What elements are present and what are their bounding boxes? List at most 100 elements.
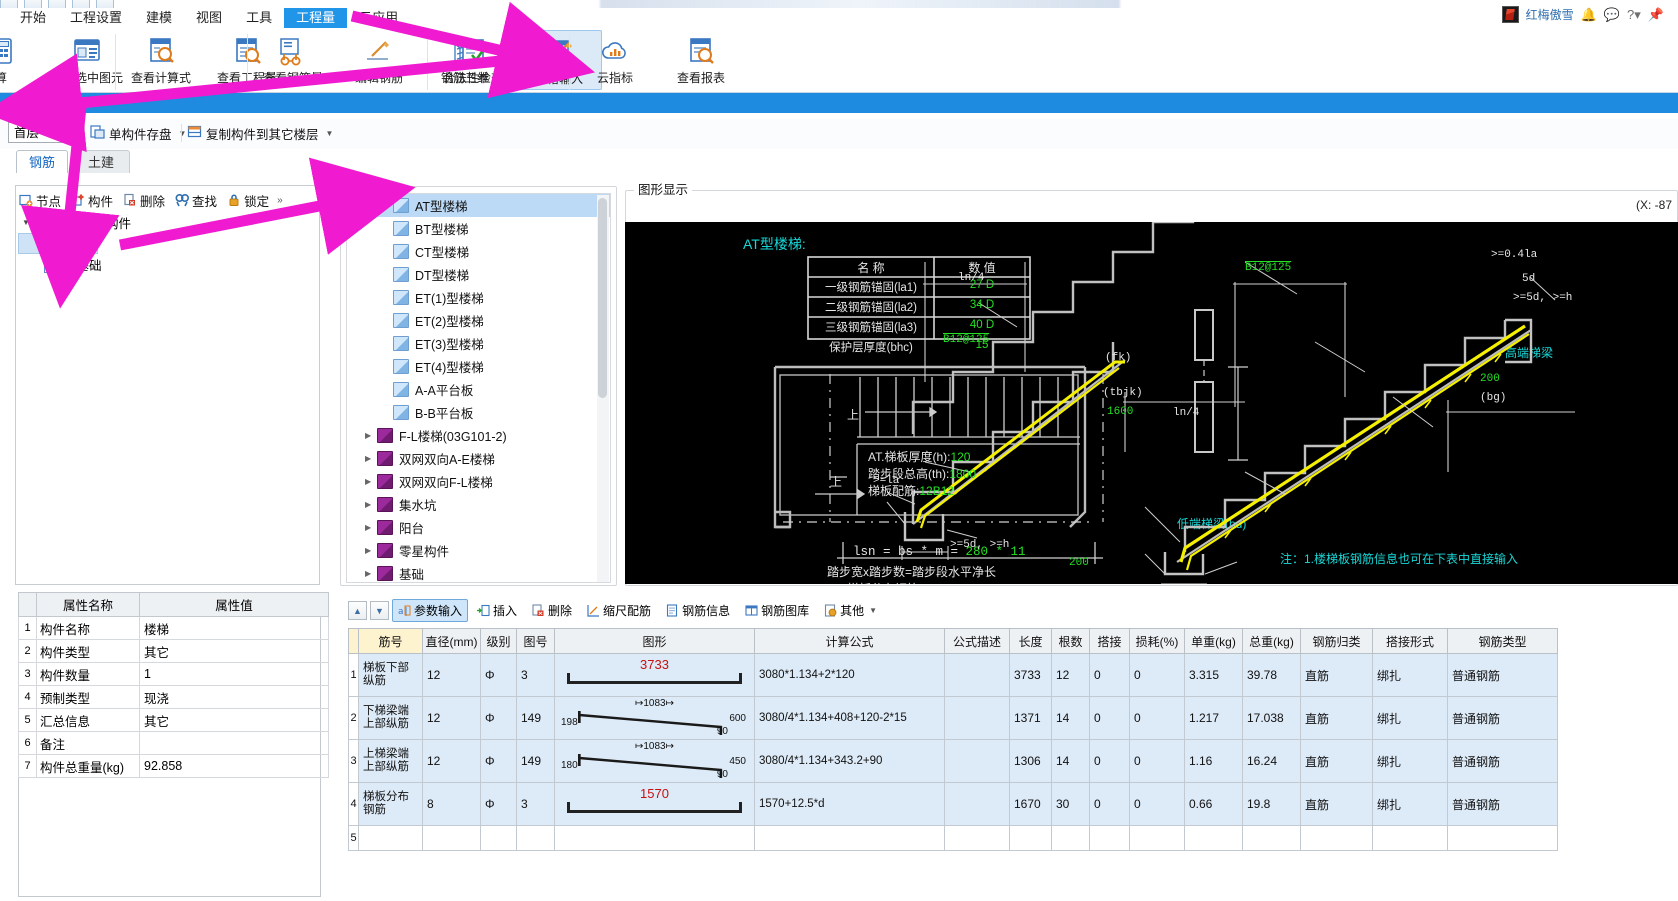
tab-rebar[interactable]: 钢筋 bbox=[16, 150, 68, 173]
row-lap-form[interactable]: 绑扎 bbox=[1372, 696, 1448, 740]
rebar-button-other[interactable]: 其他 ▼ bbox=[818, 599, 883, 622]
chevron-right-icon[interactable]: ▶ bbox=[365, 546, 377, 555]
prop-value[interactable]: 其它 bbox=[139, 639, 329, 663]
row-total-weight[interactable]: 39.78 bbox=[1242, 653, 1301, 697]
atlas-item-bb-platform[interactable]: B-B平台板 bbox=[347, 401, 610, 424]
chevron-down-icon[interactable]: ▼ bbox=[326, 129, 334, 138]
rebar-button-scale-rebar[interactable]: 缩尺配筋 bbox=[581, 599, 657, 622]
atlas-item-et3[interactable]: ET(3)型楼梯 bbox=[347, 332, 610, 355]
row-count[interactable]: 30 bbox=[1051, 782, 1090, 826]
row-count[interactable] bbox=[1051, 825, 1090, 851]
properties-row[interactable]: 5 汇总信息 其它 bbox=[18, 708, 329, 732]
row-shape[interactable]: 3733 bbox=[554, 653, 755, 697]
tree-button-lock[interactable]: 锁定 bbox=[223, 190, 273, 211]
row-formula-desc[interactable] bbox=[944, 696, 1010, 740]
row-total-weight[interactable]: 17.038 bbox=[1242, 696, 1301, 740]
properties-row[interactable]: 2 构件类型 其它 bbox=[18, 639, 329, 663]
row-total-weight[interactable] bbox=[1242, 825, 1301, 851]
row-diameter[interactable]: 12 bbox=[422, 696, 481, 740]
ribbon-button-view-rebar[interactable]: 查看钢筋量 bbox=[250, 30, 336, 90]
row-shape[interactable]: ↦1083↦ 180 450 90 bbox=[554, 739, 755, 783]
rebar-button-param-input[interactable]: a| 参数输入 bbox=[392, 599, 469, 622]
row-category[interactable]: 直筋 bbox=[1300, 782, 1373, 826]
prop-value[interactable]: 现浇 bbox=[139, 685, 329, 709]
menu-item-quantity[interactable]: 工程量 bbox=[284, 8, 348, 28]
row-rebar-name[interactable]: 梯板分布钢筋 bbox=[358, 782, 423, 826]
row-lap-form[interactable] bbox=[1372, 825, 1448, 851]
row-figure-no[interactable]: 3 bbox=[516, 782, 555, 826]
user-area[interactable]: 红梅傲雪 🔔 💬 ?▾ 📌 bbox=[1501, 6, 1664, 23]
row-formula-desc[interactable] bbox=[944, 653, 1010, 697]
row-shape[interactable] bbox=[554, 825, 755, 851]
atlas-group-fl-stair[interactable]: ▶ F-L楼梯(03G101-2) bbox=[347, 424, 610, 447]
tree-item-pile-foundation[interactable]: 桩基础 bbox=[18, 254, 317, 275]
ribbon-button-edit-rebar[interactable]: 编辑钢筋 bbox=[336, 30, 422, 90]
row-formula-desc[interactable] bbox=[944, 782, 1010, 826]
rebar-table[interactable]: 筋号 直径(mm) 级别 图号 图形 计算公式 公式描述 长度 根数 搭接 损耗… bbox=[348, 628, 1558, 851]
prop-value[interactable] bbox=[139, 731, 329, 755]
table-row[interactable]: 3 上梯梁端上部纵筋 12 Φ 149 ↦1083↦ 180 450 90 30… bbox=[348, 739, 1558, 783]
prop-value[interactable]: 1 bbox=[139, 662, 329, 686]
chevron-right-icon[interactable]: ▶ bbox=[365, 500, 377, 509]
atlas-group-fl-stair2[interactable]: ▶ 双网双向F-L楼梯 bbox=[347, 470, 610, 493]
row-formula[interactable]: 3080/4*1.134+343.2+90 bbox=[754, 739, 945, 783]
chevron-right-icon[interactable]: ▶ bbox=[365, 454, 377, 463]
row-category[interactable]: 直筋 bbox=[1300, 739, 1373, 783]
row-total-weight[interactable]: 19.8 bbox=[1242, 782, 1301, 826]
row-rebar-type[interactable]: 普通钢筋 bbox=[1447, 696, 1558, 740]
toolbar-overflow-icon[interactable]: » bbox=[277, 195, 283, 206]
row-diameter[interactable]: 12 bbox=[422, 739, 481, 783]
rebar-button-insert[interactable]: 插入 bbox=[471, 599, 523, 622]
save-component-button[interactable]: 单构件存盘 ▼ bbox=[90, 123, 186, 143]
row-rebar-name[interactable]: 下梯梁端上部纵筋 bbox=[358, 696, 423, 740]
avatar[interactable] bbox=[1501, 6, 1519, 23]
tree-button-delete[interactable]: 删除 bbox=[119, 190, 169, 211]
row-figure-no[interactable] bbox=[516, 825, 555, 851]
row-figure-no[interactable]: 149 bbox=[516, 739, 555, 783]
copy-to-other-floors-button[interactable]: 复制构件到其它楼层 ▼ bbox=[187, 123, 333, 143]
tab-civil[interactable]: 土建 bbox=[72, 150, 130, 173]
ribbon-button-view-formula[interactable]: 查看计算式 bbox=[118, 30, 204, 90]
properties-row[interactable]: 4 预制类型 现浇 bbox=[18, 685, 329, 709]
properties-row[interactable]: 7 构件总重量(kg) 92.858 bbox=[18, 754, 329, 778]
properties-table[interactable]: 属性名称 属性值 1 构件名称 楼梯 2 构件类型 其它 3 构件数量 1 4 … bbox=[18, 592, 329, 778]
ribbon-button-calculate[interactable]: 算 bbox=[0, 30, 44, 90]
row-category[interactable]: 直筋 bbox=[1300, 696, 1373, 740]
row-rebar-name[interactable] bbox=[358, 825, 423, 851]
move-up-icon[interactable]: ▲ bbox=[348, 601, 367, 620]
tree-button-component[interactable]: 构件 bbox=[67, 190, 117, 211]
row-category[interactable]: 直筋 bbox=[1300, 653, 1373, 697]
row-lap[interactable]: 0 bbox=[1089, 653, 1130, 697]
atlas-scrollbar-thumb[interactable] bbox=[598, 198, 607, 398]
properties-row[interactable]: 1 构件名称 楼梯 bbox=[18, 616, 329, 640]
tree-button-find[interactable]: 查找 bbox=[171, 190, 221, 211]
row-lap-form[interactable]: 绑扎 bbox=[1372, 739, 1448, 783]
row-grade[interactable]: Φ bbox=[480, 782, 517, 826]
ribbon-button-validity-check[interactable]: 合法性检查 bbox=[430, 30, 516, 90]
atlas-item-et4[interactable]: ET(4)型楼梯 bbox=[347, 355, 610, 378]
drawing-canvas[interactable]: AT型楼梯: 名 称 数 值 一级钢筋锚固(la1) 27 D 二级钢筋锚固(l… bbox=[625, 222, 1678, 584]
atlas-item-ct[interactable]: CT型楼梯 bbox=[347, 240, 610, 263]
row-grade[interactable]: Φ bbox=[480, 653, 517, 697]
row-shape[interactable]: ↦1083↦ 198 600 90 bbox=[554, 696, 755, 740]
help-icon[interactable]: ?▾ bbox=[1627, 7, 1641, 23]
row-diameter[interactable]: 12 bbox=[422, 653, 481, 697]
chat-icon[interactable]: 💬 bbox=[1604, 7, 1620, 23]
menu-item-tools[interactable]: 工具 bbox=[234, 8, 284, 28]
row-rebar-type[interactable] bbox=[1447, 825, 1558, 851]
row-lap[interactable]: 0 bbox=[1089, 696, 1130, 740]
row-lap[interactable]: 0 bbox=[1089, 739, 1130, 783]
row-length[interactable]: 1670 bbox=[1009, 782, 1052, 826]
chevron-right-icon[interactable]: ▶ bbox=[365, 477, 377, 486]
row-unit-weight[interactable]: 3.315 bbox=[1184, 653, 1243, 697]
rebar-button-delete[interactable]: 删除 bbox=[526, 599, 578, 622]
atlas-item-bt[interactable]: BT型楼梯 bbox=[347, 217, 610, 240]
chevron-right-icon[interactable]: ▶ bbox=[365, 523, 377, 532]
atlas-item-at[interactable]: AT型楼梯 bbox=[347, 194, 610, 217]
row-length[interactable]: 1306 bbox=[1009, 739, 1052, 783]
menu-item-start[interactable]: 开始 bbox=[8, 8, 58, 28]
prop-value[interactable]: 其它 bbox=[139, 708, 329, 732]
row-rebar-type[interactable]: 普通钢筋 bbox=[1447, 739, 1558, 783]
row-lap-form[interactable]: 绑扎 bbox=[1372, 653, 1448, 697]
menu-item-project-settings[interactable]: 工程设置 bbox=[58, 8, 134, 28]
